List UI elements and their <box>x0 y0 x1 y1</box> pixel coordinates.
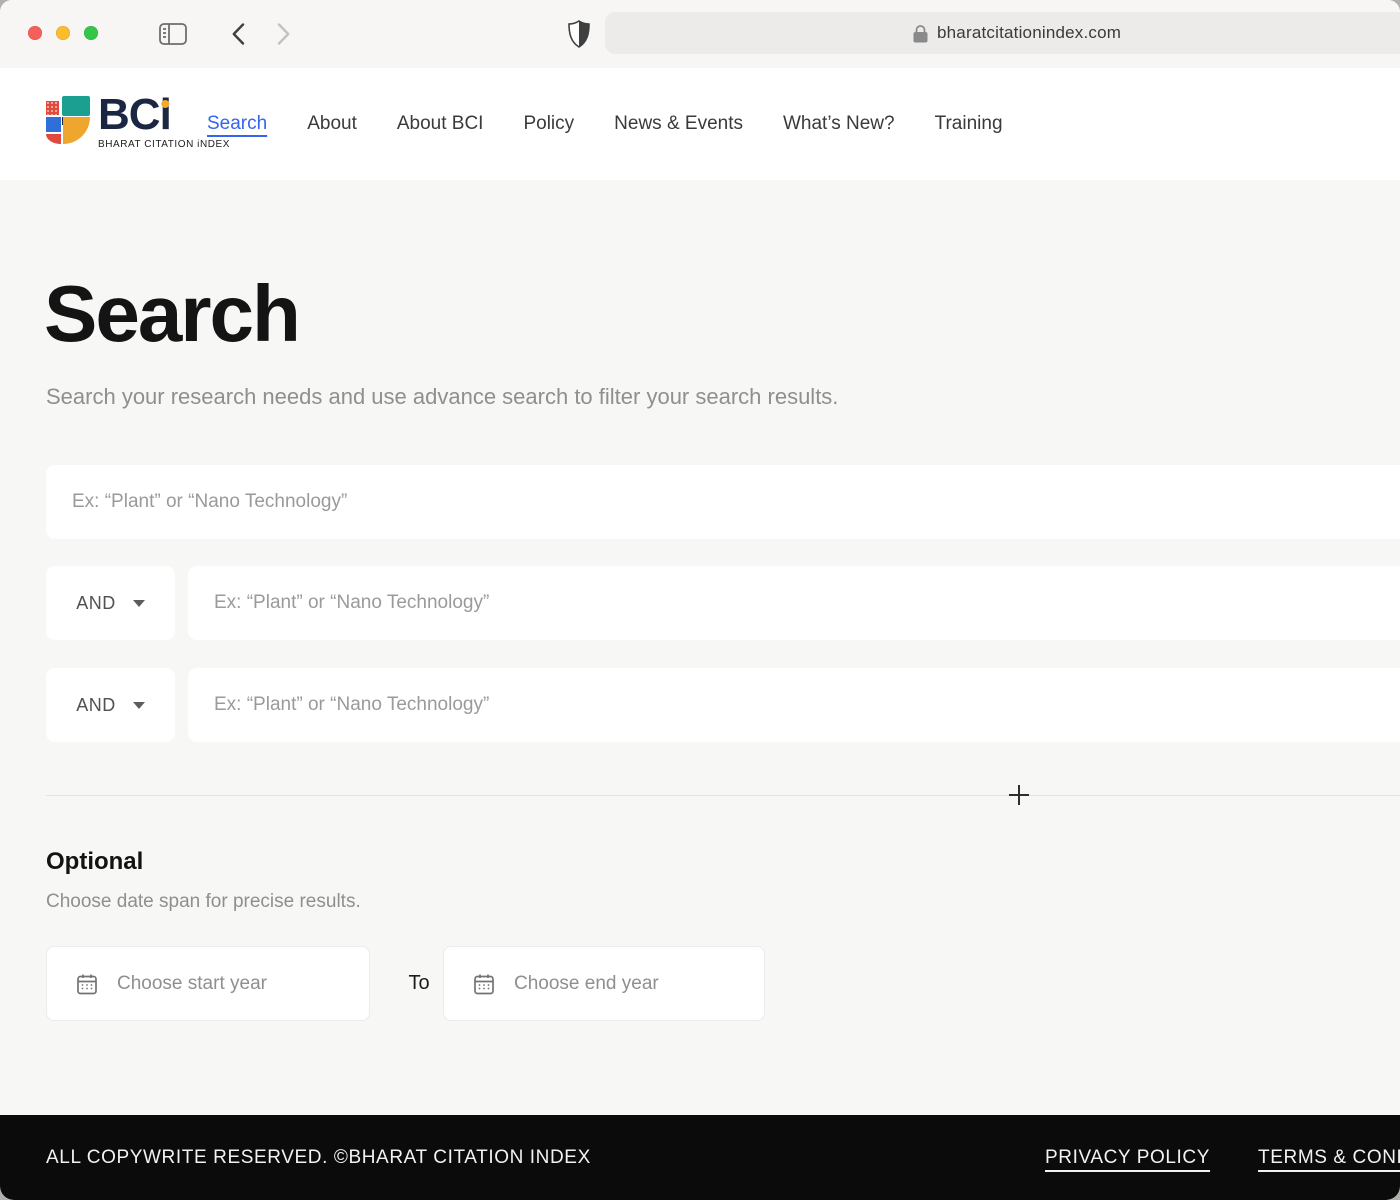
chevron-right-icon <box>277 23 290 45</box>
nav-about-bci[interactable]: About BCI <box>397 113 484 135</box>
search-term-input-1[interactable] <box>46 465 1400 539</box>
sidebar-toggle-icon <box>159 23 187 45</box>
plus-icon <box>1008 784 1030 806</box>
footer-links: PRIVACY POLICY TERMS & CONDITIONS <box>1045 1115 1400 1200</box>
end-year-picker[interactable]: Choose end year <box>443 946 765 1021</box>
forward-button[interactable] <box>271 21 295 47</box>
operator-dropdown-2[interactable]: AND <box>46 668 175 742</box>
operator-dropdown-1[interactable]: AND <box>46 566 175 640</box>
main-nav: Search About About BCI Policy News & Eve… <box>207 68 1003 180</box>
add-search-row-button[interactable] <box>1001 777 1037 813</box>
page-title: Search <box>44 274 299 354</box>
bci-logo-icon <box>46 96 92 144</box>
search-term-input-2[interactable] <box>188 566 1400 640</box>
nav-training[interactable]: Training <box>935 113 1003 135</box>
lock-icon <box>913 24 928 43</box>
chevron-down-icon <box>133 702 145 709</box>
calendar-icon <box>472 972 496 996</box>
optional-title: Optional <box>46 848 143 876</box>
sidebar-toggle-button[interactable] <box>158 22 188 46</box>
nav-about[interactable]: About <box>307 113 357 135</box>
start-year-picker[interactable]: Choose start year <box>46 946 370 1021</box>
url-text: bharatcitationindex.com <box>937 23 1121 43</box>
minimize-window-button[interactable] <box>56 26 70 40</box>
back-button[interactable] <box>226 21 250 47</box>
address-bar[interactable]: bharatcitationindex.com <box>605 12 1400 54</box>
nav-news-events[interactable]: News & Events <box>614 113 743 135</box>
copyright-text: ALL COPYWRITE RESERVED. ©BHARAT CITATION… <box>46 1115 591 1200</box>
optional-subtitle: Choose date span for precise results. <box>46 891 361 913</box>
privacy-policy-link[interactable]: PRIVACY POLICY <box>1045 1147 1210 1169</box>
chevron-down-icon <box>133 600 145 607</box>
window-controls <box>28 26 98 40</box>
nav-whats-new[interactable]: What’s New? <box>783 113 895 135</box>
search-page: Search Search your research needs and us… <box>0 180 1400 1115</box>
calendar-icon <box>75 972 99 996</box>
zoom-window-button[interactable] <box>84 26 98 40</box>
section-divider <box>46 795 1400 796</box>
browser-window: bharatcitationindex.com BCi BHARAT CITAT… <box>0 0 1400 1200</box>
site-footer: ALL COPYWRITE RESERVED. ©BHARAT CITATION… <box>0 1115 1400 1200</box>
close-window-button[interactable] <box>28 26 42 40</box>
logo[interactable]: BCi BHARAT CITATION iNDEX <box>46 96 230 150</box>
site-header: BCi BHARAT CITATION iNDEX Search About A… <box>0 68 1400 181</box>
privacy-shield-button[interactable] <box>565 19 593 49</box>
logo-i-dot <box>161 100 169 108</box>
chevron-left-icon <box>232 23 245 45</box>
search-term-input-3[interactable] <box>188 668 1400 742</box>
nav-policy[interactable]: Policy <box>523 113 574 135</box>
shield-icon <box>568 20 590 48</box>
terms-conditions-link[interactable]: TERMS & CONDITIONS <box>1258 1147 1400 1169</box>
nav-search[interactable]: Search <box>207 113 267 135</box>
browser-toolbar: bharatcitationindex.com <box>0 0 1400 69</box>
page-subtitle: Search your research needs and use advan… <box>46 384 838 410</box>
